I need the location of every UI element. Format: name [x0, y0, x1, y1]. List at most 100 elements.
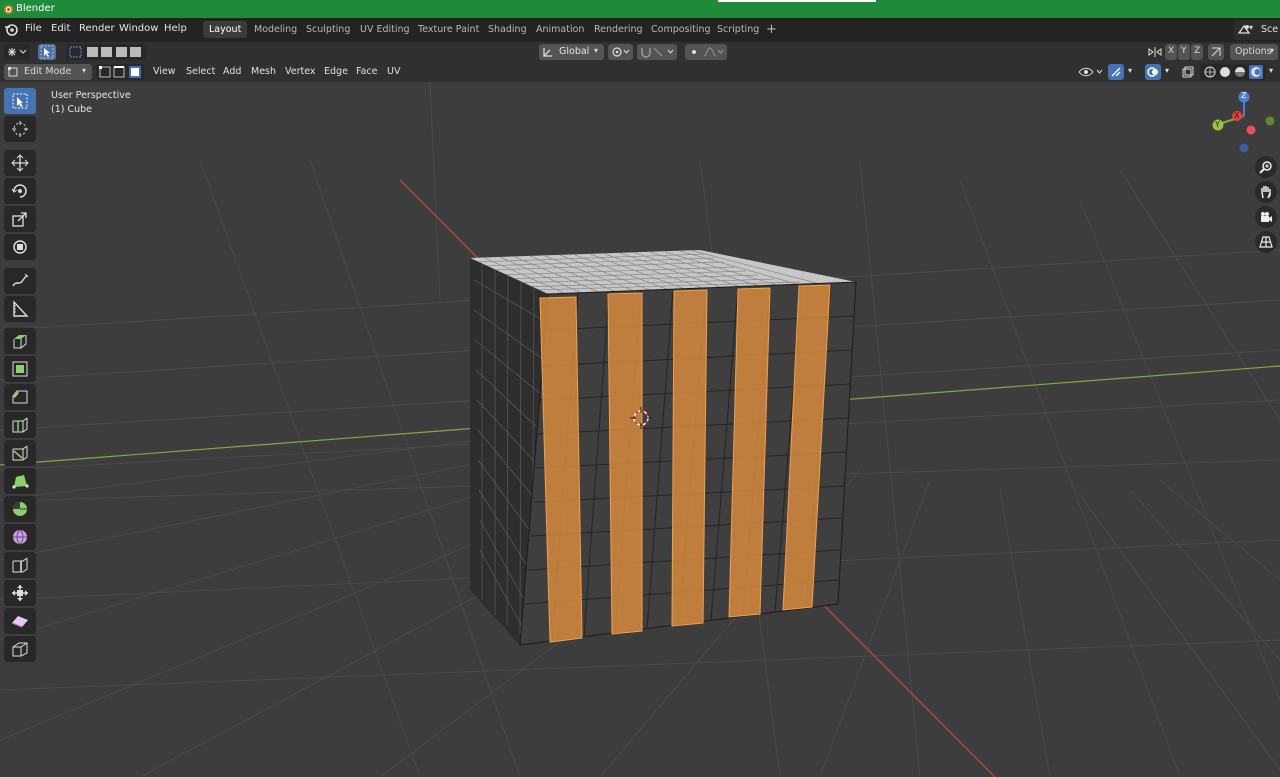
tool-shear[interactable] — [4, 608, 36, 634]
tab-animation[interactable]: Animation — [530, 21, 590, 38]
mode-dropdown[interactable]: Edit Mode ▾ — [4, 64, 92, 80]
tool-poly-build[interactable] — [4, 468, 36, 494]
snap-dropdown[interactable] — [637, 44, 677, 60]
menu-edit[interactable]: Edit — [51, 23, 70, 34]
menu-add[interactable]: Add — [220, 64, 244, 80]
perspective-toggle-button[interactable] — [1255, 231, 1277, 253]
mirror-x-toggle[interactable]: X — [1165, 44, 1177, 60]
auto-merge-toggle[interactable] — [1208, 44, 1224, 60]
gizmo-y-label[interactable]: Y — [1215, 120, 1220, 129]
mirror-y-toggle[interactable]: Y — [1178, 44, 1190, 60]
shading-dropdown[interactable]: ▾ — [1269, 66, 1273, 75]
gizmo-dropdown[interactable]: ▾ — [1128, 66, 1132, 75]
tool-smooth[interactable] — [4, 524, 36, 550]
tab-texture-paint[interactable]: Texture Paint — [412, 21, 485, 38]
mesh-select-mode-icons[interactable] — [98, 66, 142, 78]
pivot-icon — [612, 47, 630, 57]
overlay-dropdown[interactable]: ▾ — [1165, 66, 1169, 75]
mirror-z-toggle[interactable]: Z — [1191, 44, 1203, 60]
tab-compositing[interactable]: Compositing — [645, 21, 717, 38]
overlay-toggle[interactable] — [1145, 64, 1161, 80]
menu-file[interactable]: File — [25, 23, 42, 34]
bevel-icon — [12, 390, 28, 404]
gizmo-z-label[interactable]: Z — [1241, 91, 1246, 100]
select-mode-icons[interactable] — [69, 46, 143, 58]
scene-name: Sce — [1261, 24, 1279, 35]
menu-select[interactable]: Select — [183, 64, 218, 80]
tool-move[interactable] — [4, 150, 36, 176]
pivot-point-dropdown[interactable] — [608, 44, 633, 60]
scene-selector[interactable]: ▾ Sce — [1234, 20, 1280, 40]
tab-modeling[interactable]: Modeling — [248, 21, 303, 38]
title-bar: Blender — [0, 0, 1280, 18]
move-icon — [11, 154, 29, 172]
cursor-icon — [12, 121, 28, 137]
tool-spin[interactable] — [4, 496, 36, 522]
menu-vertex[interactable]: Vertex — [282, 64, 319, 80]
gizmo-x-label[interactable]: X — [1234, 111, 1239, 120]
tab-rendering[interactable]: Rendering — [588, 21, 649, 38]
active-object-label: (1) Cube — [51, 104, 93, 115]
rip-icon — [12, 642, 28, 657]
mesh-select-mode-group — [96, 64, 144, 80]
visibility-dropdown-icon[interactable] — [1078, 65, 1104, 79]
orientation-value: Global — [559, 46, 590, 57]
select-box-icon — [12, 93, 28, 109]
tool-shrink-fatten[interactable] — [4, 580, 36, 606]
rotate-icon — [11, 184, 27, 198]
tool-select-box[interactable] — [4, 88, 36, 114]
proportional-editing[interactable] — [685, 44, 727, 60]
tool-rotate[interactable] — [4, 178, 36, 204]
tool-bevel[interactable] — [4, 384, 36, 410]
tool-inset[interactable] — [4, 356, 36, 382]
editor-type-button[interactable] — [4, 44, 30, 60]
tab-shading[interactable]: Shading — [482, 21, 533, 38]
mirror-icon[interactable] — [1148, 46, 1162, 58]
tool-extrude[interactable] — [4, 328, 36, 354]
edge-slide-icon — [12, 557, 28, 573]
add-workspace-button[interactable]: + — [760, 21, 783, 38]
menu-render[interactable]: Render — [79, 23, 115, 34]
tool-cursor[interactable] — [4, 116, 36, 142]
overlay-icon — [1147, 67, 1158, 77]
spin-icon — [13, 502, 27, 516]
options-dropdown[interactable]: Options ▾ — [1230, 44, 1278, 60]
pan-button[interactable] — [1255, 181, 1277, 203]
transform-icon — [13, 240, 27, 254]
select-mode-group — [66, 44, 146, 60]
tab-layout[interactable]: Layout — [203, 21, 248, 38]
blender-menu-icon[interactable] — [4, 22, 18, 36]
menu-window[interactable]: Window — [119, 23, 158, 34]
tab-sculpting[interactable]: Sculpting — [300, 21, 356, 38]
tool-select-button[interactable] — [38, 44, 56, 60]
tool-rip[interactable] — [4, 636, 36, 662]
menu-edge[interactable]: Edge — [321, 64, 351, 80]
proportional-icon — [692, 47, 724, 57]
3d-viewport[interactable] — [0, 82, 1280, 777]
tool-edge-slide[interactable] — [4, 552, 36, 578]
menu-help[interactable]: Help — [164, 23, 187, 34]
tab-uv-editing[interactable]: UV Editing — [354, 21, 416, 38]
tool-annotate[interactable] — [4, 268, 36, 294]
transform-orientation-dropdown[interactable]: Global ▾ — [539, 44, 604, 60]
shear-icon — [11, 616, 28, 628]
xray-toggle-icon[interactable] — [1181, 65, 1195, 79]
gizmo-toggle[interactable] — [1108, 64, 1124, 80]
menu-uv[interactable]: UV — [384, 64, 403, 80]
tool-transform[interactable] — [4, 234, 36, 260]
zoom-button[interactable] — [1255, 156, 1277, 178]
tool-measure[interactable] — [4, 296, 36, 322]
menu-face[interactable]: Face — [353, 64, 380, 80]
tab-scripting[interactable]: Scripting — [711, 21, 765, 38]
window-title: Blender — [16, 3, 55, 14]
tool-scale[interactable] — [4, 206, 36, 232]
inset-icon — [12, 361, 28, 377]
camera-view-button[interactable] — [1255, 206, 1277, 228]
shading-icons[interactable] — [1202, 65, 1264, 79]
menu-view[interactable]: View — [150, 64, 179, 80]
view-perspective-label: User Perspective — [51, 90, 131, 101]
menu-mesh[interactable]: Mesh — [248, 64, 279, 80]
tool-loop-cut[interactable] — [4, 412, 36, 438]
orientation-icon — [543, 48, 552, 57]
tool-knife[interactable] — [4, 440, 36, 466]
